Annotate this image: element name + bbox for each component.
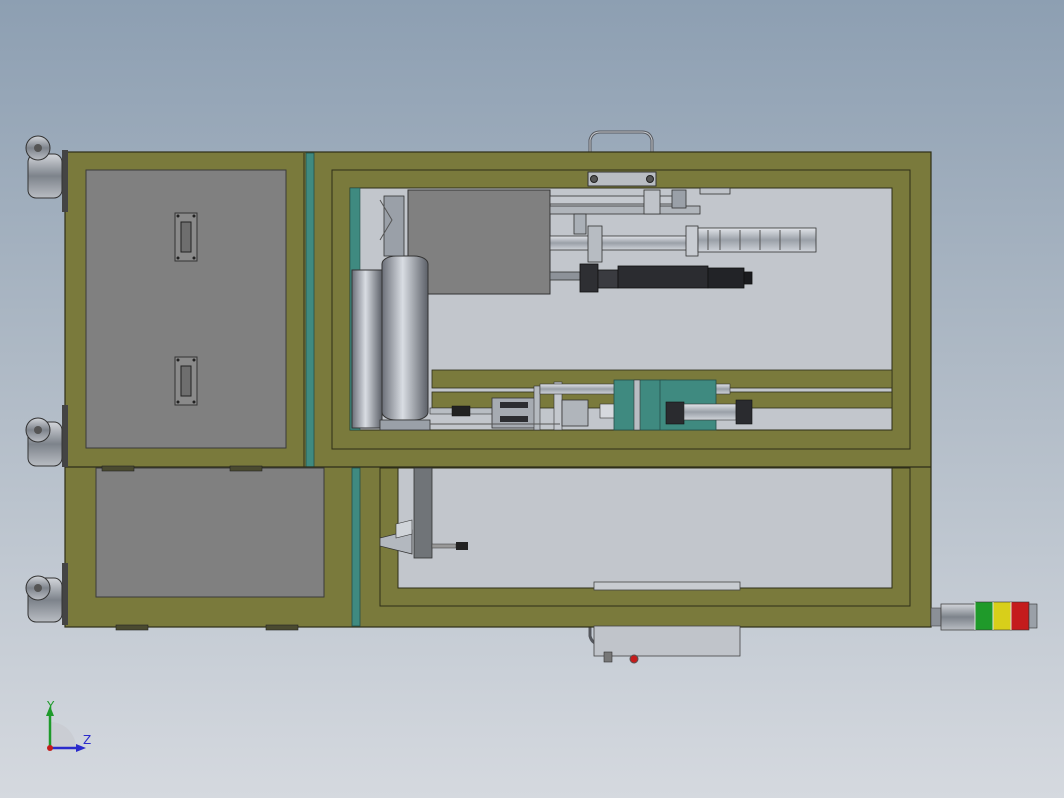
caster-bottom [25,563,68,625]
machine-top-view [25,130,1038,752]
caster-middle [25,405,68,467]
signal-tower-light [930,601,1038,631]
axis-y-label: Y [47,699,55,713]
top-bracket [587,171,657,187]
teal-divider-upper [305,152,315,468]
caster-top [25,135,68,212]
door-latch-lower [174,356,198,406]
axis-z-label: Z [83,733,92,747]
teal-divider-lower [351,467,361,627]
gripper-cylinder [549,263,753,293]
panel-upper-left [85,169,287,449]
panel-lower-left [95,467,325,598]
module-plate [407,189,551,295]
door-latch-upper [174,212,198,262]
cad-viewport[interactable]: Y Z [0,0,1064,798]
handle-top [588,130,654,153]
